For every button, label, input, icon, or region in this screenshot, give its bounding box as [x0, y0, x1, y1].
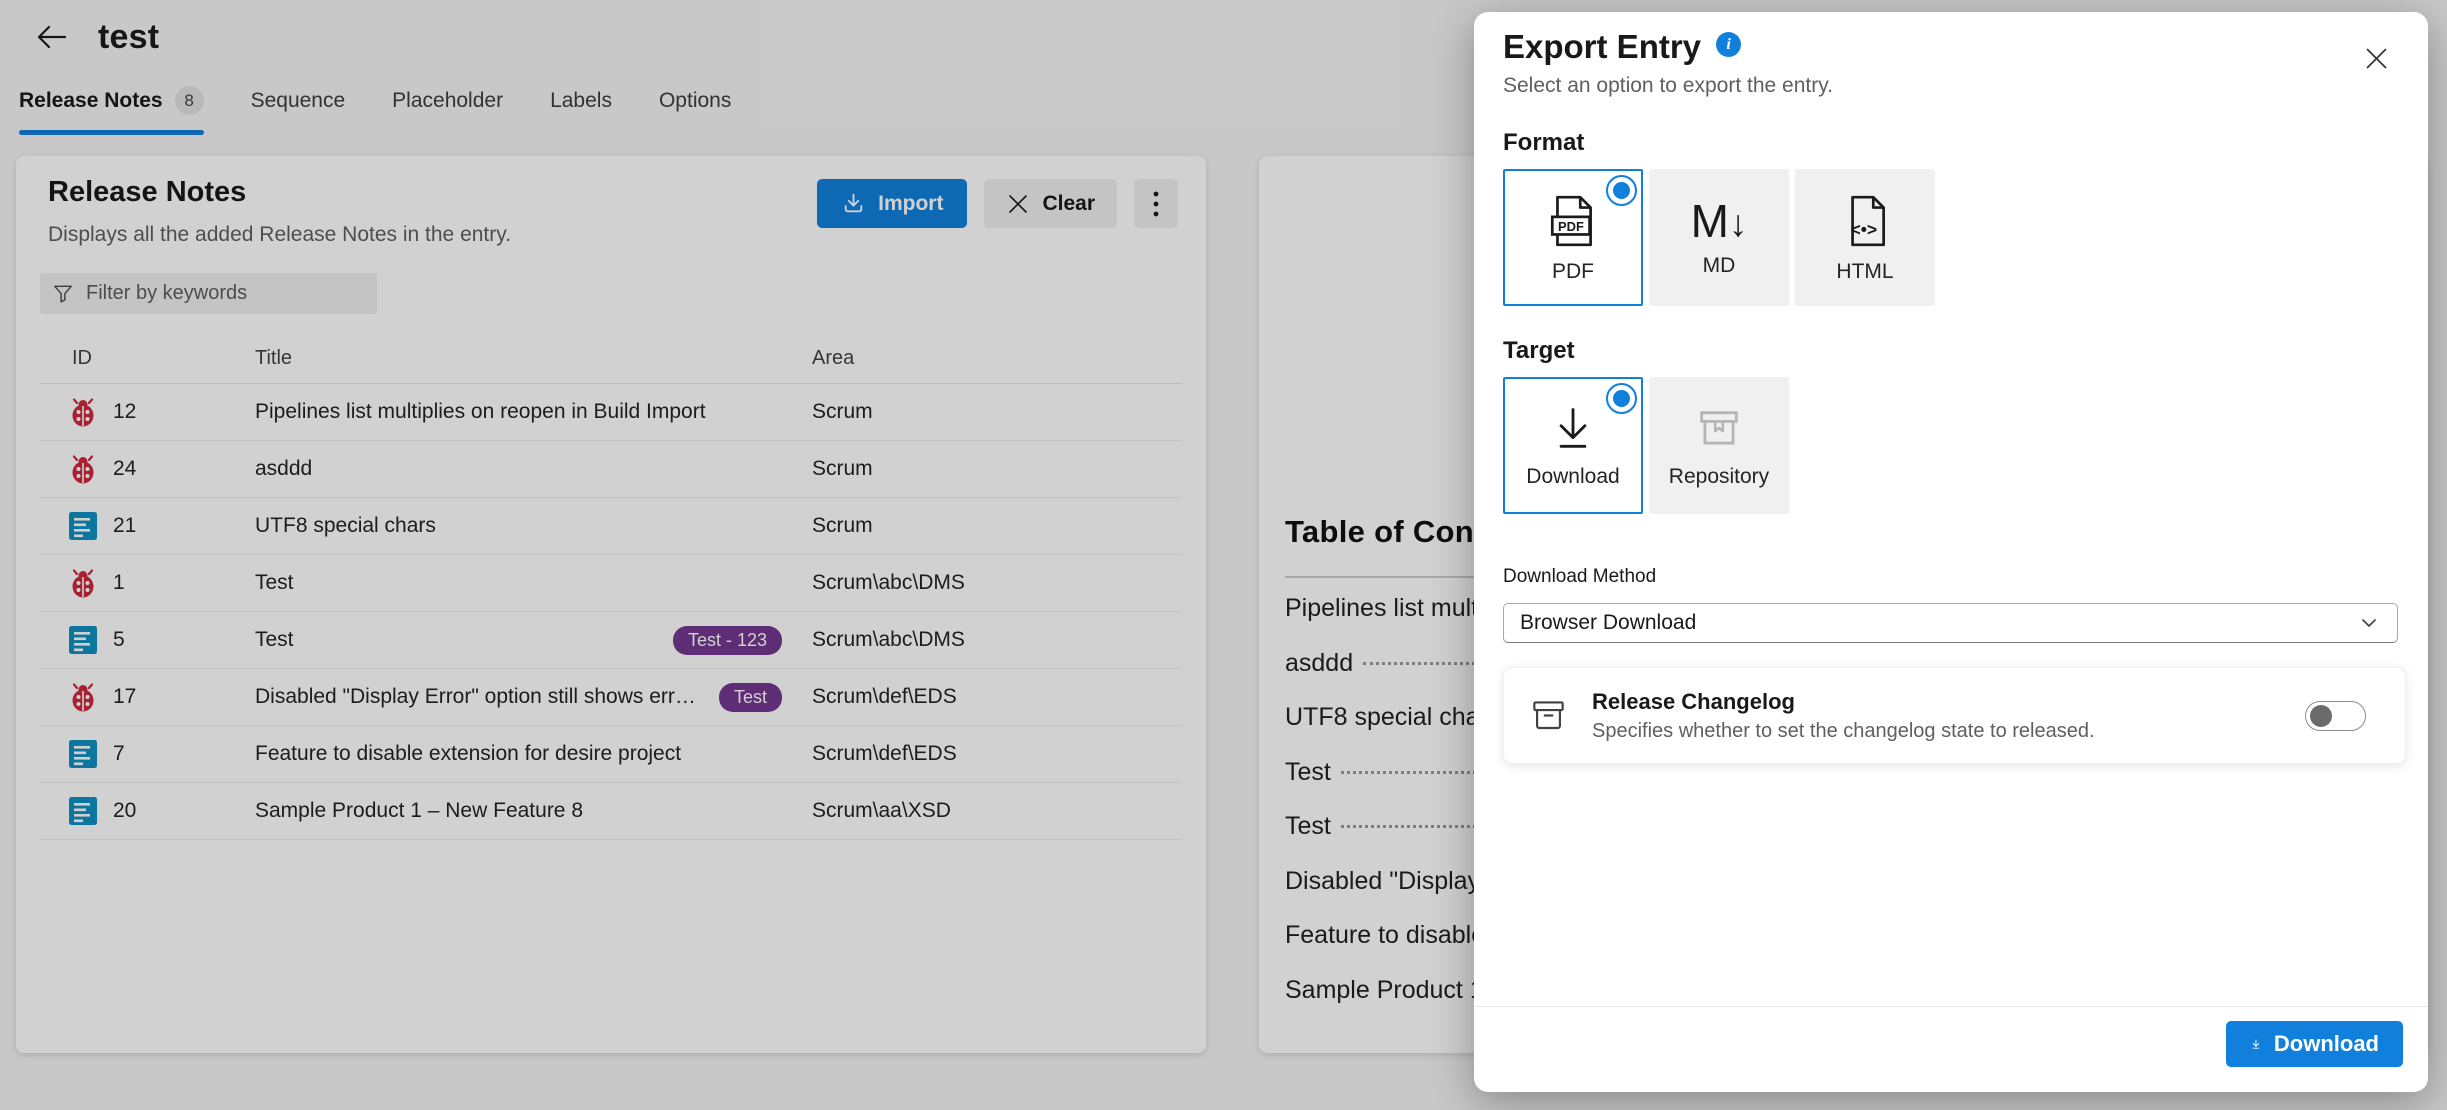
release-changelog-card: Release Changelog Specifies whether to s… [1503, 667, 2406, 764]
modal-footer: Download [1474, 1006, 2428, 1092]
changelog-description: Specifies whether to set the changelog s… [1592, 720, 2305, 743]
target-option-download[interactable]: Download [1503, 377, 1643, 514]
close-button[interactable] [2356, 38, 2396, 78]
chevron-down-icon [2359, 613, 2379, 633]
download-method-value: Browser Download [1520, 611, 1696, 635]
format-option-label: MD [1703, 254, 1736, 278]
format-option-html[interactable]: <•> HTML [1795, 169, 1935, 306]
target-option-label: Repository [1669, 465, 1769, 489]
download-button[interactable]: Download [2226, 1021, 2403, 1067]
pdf-file-icon: PDF [1544, 192, 1602, 250]
download-button-label: Download [2274, 1031, 2379, 1057]
format-section-label: Format [1503, 129, 2403, 157]
download-method-label: Download Method [1503, 566, 2403, 588]
target-option-repository[interactable]: Repository [1649, 377, 1789, 514]
format-option-pdf[interactable]: PDF PDF [1503, 169, 1643, 306]
export-entry-modal: Export Entry i Select an option to expor… [1474, 12, 2428, 1092]
close-x-icon [2363, 45, 2390, 72]
download-icon [2250, 1033, 2262, 1056]
format-option-md[interactable]: M↓ MD [1649, 169, 1789, 306]
radio-selected-icon [1606, 175, 1637, 206]
format-option-label: HTML [1836, 260, 1893, 284]
format-options: PDF PDF M↓ MD <•> HTML [1503, 169, 2403, 306]
download-arrow-icon [1547, 403, 1599, 455]
release-changelog-toggle[interactable] [2305, 701, 2366, 731]
radio-selected-icon [1606, 383, 1637, 414]
target-section-label: Target [1503, 337, 2403, 365]
info-icon[interactable]: i [1716, 32, 1741, 57]
markdown-icon: M↓ [1691, 198, 1748, 244]
format-option-label: PDF [1552, 260, 1594, 284]
svg-text:<•>: <•> [1851, 219, 1878, 239]
changelog-title: Release Changelog [1592, 689, 2305, 715]
modal-subtitle: Select an option to export the entry. [1503, 74, 2403, 98]
toggle-knob [2310, 705, 2332, 727]
repository-box-icon [1693, 403, 1745, 455]
changelog-archive-icon [1530, 697, 1567, 734]
modal-title: Export Entry [1503, 28, 1701, 66]
html-file-icon: <•> [1836, 192, 1894, 250]
target-options: Download Repository [1503, 377, 2403, 514]
target-option-label: Download [1526, 465, 1619, 489]
download-method-select[interactable]: Browser Download [1503, 603, 2398, 643]
svg-text:PDF: PDF [1558, 218, 1584, 233]
